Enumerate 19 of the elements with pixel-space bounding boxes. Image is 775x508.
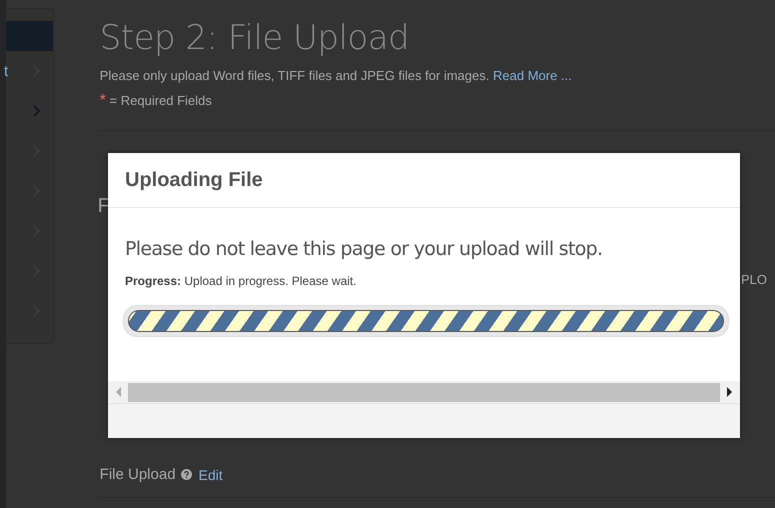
warning-text: Please do not leave this page or your upload will stop. xyxy=(125,238,604,260)
edit-link[interactable]: Edit xyxy=(198,466,223,482)
sidebar-item-label[interactable]: t xyxy=(4,62,8,80)
intro-text: Please only upload Word files, TIFF files and JPEG files for images. xyxy=(100,68,490,83)
scrollbar-thumb[interactable] xyxy=(128,382,720,402)
horizontal-scrollbar[interactable] xyxy=(108,381,740,403)
sidebar-active-item[interactable] xyxy=(6,21,53,51)
scroll-right-icon[interactable] xyxy=(726,387,732,397)
progress-status-text: Progress: Upload in progress. Please wait. xyxy=(125,274,358,288)
required-asterisk: * xyxy=(100,92,106,109)
page-title: Step 2: File Upload xyxy=(100,18,410,58)
file-upload-label: File Upload xyxy=(100,466,176,483)
help-icon[interactable] xyxy=(180,469,192,480)
dialog-title: Uploading File xyxy=(125,168,263,192)
required-note: = Required Fields xyxy=(110,93,212,108)
scroll-left-icon[interactable] xyxy=(116,387,122,397)
chevron-right-icon[interactable] xyxy=(32,105,41,117)
upload-button-label: PLO xyxy=(741,272,768,287)
read-more-link[interactable]: Read More ... xyxy=(493,68,572,83)
